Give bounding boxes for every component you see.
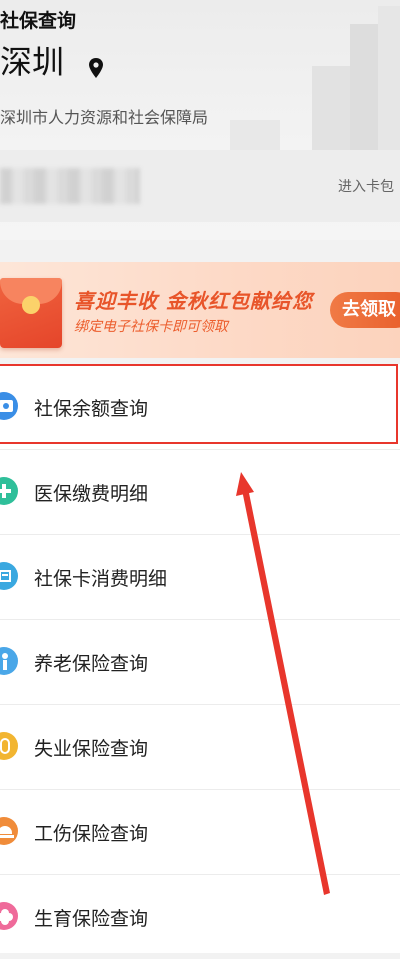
annotation-arrow xyxy=(236,472,330,895)
